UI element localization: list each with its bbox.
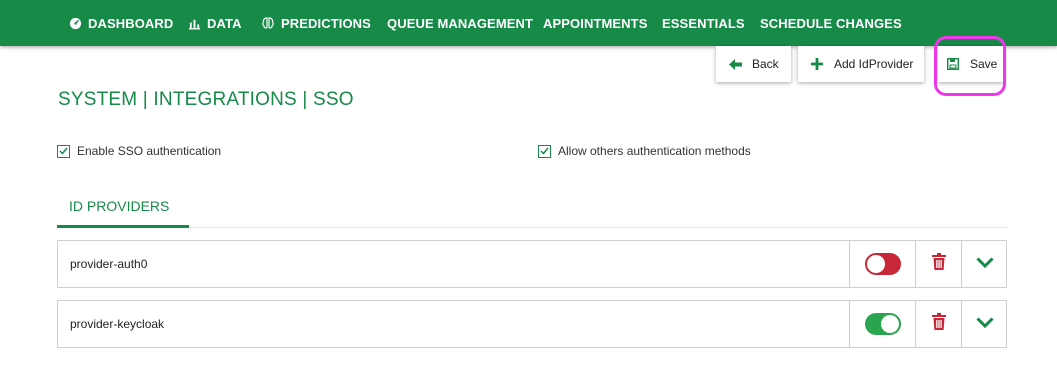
page-title: SYSTEM | INTEGRATIONS | SSO [58,89,354,110]
nav-item-queue-management[interactable]: QUEUE MANAGEMENT [387,0,533,46]
provider-row: provider-auth0 [57,240,1007,288]
nav-item-dashboard[interactable]: DASHBOARD [68,0,173,46]
dashboard-gauge-icon [68,16,82,30]
tab-label: ID PROVIDERS [69,197,170,214]
top-navigation-bar: DASHBOARD DATA PREDICTIONS QUEUE MANAGEM… [0,0,1057,46]
trash-icon[interactable] [931,313,946,335]
nav-item-predictions[interactable]: PREDICTIONS [261,0,371,46]
save-highlight-annotation [934,36,1006,96]
add-idprovider-button[interactable]: Add IdProvider [798,46,924,82]
add-idprovider-button-label: Add IdProvider [834,57,914,71]
provider-enabled-toggle[interactable] [864,253,901,275]
trash-icon[interactable] [931,253,946,275]
provider-row: provider-keycloak [57,300,1007,348]
checkmark-icon [57,144,70,158]
provider-name: provider-keycloak [70,317,165,331]
tabs-divider [57,227,1007,228]
nav-item-label: SCHEDULE CHANGES [760,15,902,31]
nav-item-label: APPOINTMENTS [543,15,648,31]
provider-enabled-toggle[interactable] [864,313,901,335]
arrow-left-icon [728,57,742,71]
nav-item-data[interactable]: DATA [187,0,242,46]
toggle-cell [849,241,915,287]
nav-item-label: ESSENTIALS [662,15,745,31]
delete-cell [915,301,961,347]
chevron-down-icon[interactable] [975,255,994,273]
enable-sso-label: Enable SSO authentication [77,144,222,158]
expand-cell [961,241,1007,287]
expand-cell [961,301,1007,347]
nav-item-schedule-changes[interactable]: SCHEDULE CHANGES [760,0,902,46]
nav-item-label: PREDICTIONS [281,15,371,31]
enable-sso-checkbox[interactable]: Enable SSO authentication [57,144,221,158]
back-button-label: Back [752,57,779,71]
nav-item-label: DASHBOARD [88,15,174,31]
back-button[interactable]: Back [716,46,791,82]
allow-others-auth-label: Allow others authentication methods [558,144,751,158]
checkmark-icon [538,144,551,158]
provider-name: provider-auth0 [70,257,148,271]
toggle-knob [880,315,899,333]
nav-item-appointments[interactable]: APPOINTMENTS [543,0,647,46]
nav-item-label: QUEUE MANAGEMENT [387,15,534,31]
chevron-down-icon[interactable] [975,315,994,333]
toggle-knob [866,255,885,273]
toggle-cell [849,301,915,347]
delete-cell [915,241,961,287]
plus-icon [810,57,824,71]
nav-item-essentials[interactable]: ESSENTIALS [662,0,745,46]
nav-item-label: DATA [207,15,242,31]
tab-id-providers[interactable]: ID PROVIDERS [57,186,189,228]
bar-chart-icon [187,16,201,30]
allow-others-auth-checkbox[interactable]: Allow others authentication methods [538,144,751,158]
brain-icon [261,16,275,30]
